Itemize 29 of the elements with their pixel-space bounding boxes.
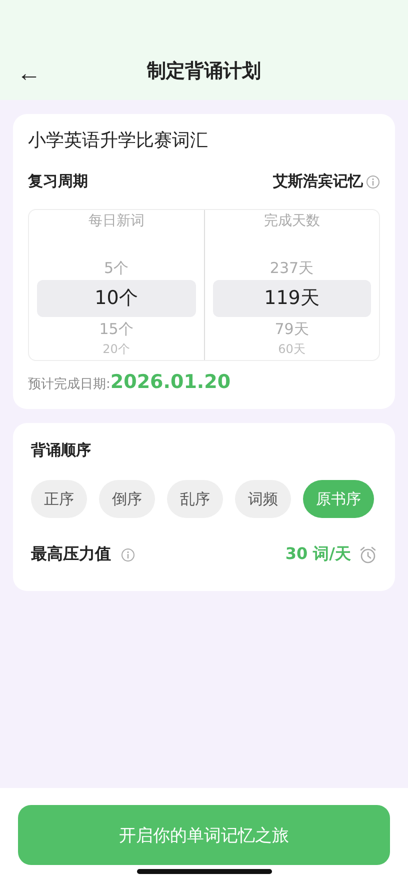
picker-heading: 完成天数 xyxy=(264,212,320,230)
info-icon xyxy=(366,174,380,188)
order-option[interactable]: 正序 xyxy=(31,480,87,518)
book-title: 小学英语升学比赛词汇 xyxy=(28,129,209,152)
order-title: 背诵顺序 xyxy=(31,441,92,460)
order-option[interactable]: 词频 xyxy=(235,480,291,518)
picker-option[interactable]: 237天 xyxy=(212,256,371,280)
start-button[interactable]: 开启你的单词记忆之旅 xyxy=(18,805,390,865)
order-option[interactable]: 乱序 xyxy=(167,480,223,518)
date-value: 2026.01.20 xyxy=(110,371,231,393)
picker-option[interactable]: 10个 xyxy=(37,280,196,317)
picker-option[interactable]: 20个 xyxy=(37,341,196,357)
picker-option[interactable]: 5个 xyxy=(37,256,196,280)
picker-option[interactable]: 119天 xyxy=(212,280,371,317)
back-button[interactable]: ← xyxy=(16,62,42,86)
alarm-clock-icon xyxy=(359,546,377,564)
picker-heading: 每日新词 xyxy=(88,212,144,230)
order-option[interactable]: 倒序 xyxy=(99,480,155,518)
page-title: 制定背诵计划 xyxy=(147,59,261,84)
cycle-label: 复习周期 xyxy=(28,172,88,191)
picker-option[interactable]: 60天 xyxy=(212,341,371,357)
picker-option[interactable]: 15个 xyxy=(37,317,196,341)
pressure-label: 最高压力值 xyxy=(31,544,111,565)
date-label: 预计完成日期: xyxy=(28,376,110,393)
picker-option[interactable]: 79天 xyxy=(212,317,371,341)
cycle-value: 艾斯浩宾记忆 xyxy=(273,172,363,191)
info-icon xyxy=(121,548,135,562)
order-option[interactable]: 原书序 xyxy=(303,480,374,518)
pressure-value: 30 词/天 xyxy=(285,544,351,565)
